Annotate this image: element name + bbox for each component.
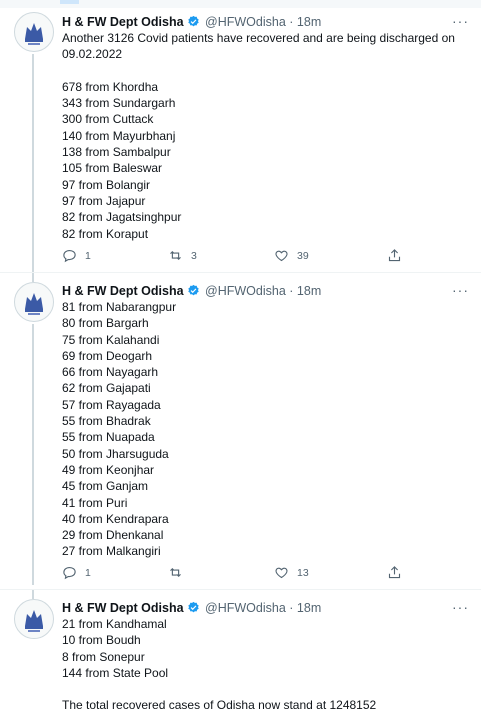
tweet-text-line: 50 from Jharsuguda	[62, 446, 169, 461]
separator-dot: ·	[289, 284, 294, 298]
tweet-text-line: 41 from Puri	[62, 495, 128, 510]
thread-line	[32, 324, 34, 585]
odisha-emblem-icon	[16, 284, 52, 320]
author-name[interactable]: H & FW Dept Odisha	[62, 601, 184, 615]
author-handle[interactable]: @HFWOdisha	[205, 15, 286, 29]
tweet-text-line: 97 from Bolangir	[62, 177, 151, 192]
author-name[interactable]: H & FW Dept Odisha	[62, 15, 184, 29]
tweet-text-line: 66 from Nayagarh	[62, 365, 159, 380]
thread-line	[32, 54, 34, 272]
thread-line-top	[32, 590, 34, 599]
tweet-text-line: 49 from Keonjhar	[62, 462, 155, 477]
tweet-text-line: 678 from Khordha	[62, 79, 159, 94]
tweet-text-line: 343 from Sundargarh	[62, 96, 176, 111]
share-button[interactable]	[387, 248, 402, 263]
more-options-icon[interactable]: ···	[452, 283, 469, 297]
share-icon	[388, 249, 401, 262]
author-handle[interactable]: @HFWOdisha	[205, 601, 286, 615]
tweet-text-line: 105 from Baleswar	[62, 161, 163, 176]
retweet-count: 3	[191, 249, 197, 262]
tweet-text-line: 144 from State Pool	[62, 665, 169, 680]
retweet-button[interactable]	[168, 565, 191, 580]
retweet-icon	[170, 250, 181, 261]
tweet-text-line: 97 from Jajapur	[62, 193, 146, 208]
avatar[interactable]	[14, 282, 54, 322]
tweet-text-line: Another 3126 Covid patients have recover…	[62, 31, 455, 45]
more-options-icon[interactable]: ···	[452, 600, 469, 614]
reply-icon	[63, 566, 76, 580]
tweet-text-line: 40 from Kendrapara	[62, 511, 169, 526]
tweet-text-line: The total recovered cases of Odisha now …	[62, 698, 377, 713]
tweet-actions: 1 13	[62, 565, 412, 583]
avatar[interactable]	[14, 599, 54, 639]
tweet-text-line: 55 from Nuapada	[62, 430, 155, 445]
tweet-text-line: 69 from Deogarh	[62, 348, 153, 363]
tweet-text-line: 300 from Cuttack	[62, 112, 154, 127]
separator-dot: ·	[289, 15, 294, 29]
author-handle[interactable]: @HFWOdisha	[205, 284, 286, 298]
like-button[interactable]: 13	[274, 565, 309, 580]
tweet-text-line: 140 from Mayurbhanj	[62, 128, 176, 143]
timestamp[interactable]: 18m	[297, 284, 321, 298]
like-icon	[275, 567, 288, 579]
tweet-text-line: 10 from Boudh	[62, 633, 141, 648]
separator-dot: ·	[289, 601, 294, 615]
tweet-text-line: 09.02.2022	[62, 47, 123, 62]
timestamp[interactable]: 18m	[297, 15, 321, 29]
tweet-actions: 1 3 39	[62, 248, 412, 266]
tweet-text-line: 82 from Jagatsinghpur	[62, 210, 182, 225]
like-button[interactable]: 39	[274, 248, 309, 263]
tweet-text-line: 82 from Koraput	[62, 226, 149, 241]
tweet-text-line: 80 from Bargarh	[62, 316, 149, 331]
like-icon	[275, 250, 288, 262]
tweet-text-line: 45 from Ganjam	[62, 479, 149, 494]
tweet-2[interactable]: H & FW Dept Odisha @HFWOdisha · 18m ··· …	[0, 273, 481, 585]
tweet-text-line: 8 from Sonepur	[62, 649, 145, 664]
share-icon	[388, 566, 401, 579]
tweet-text-line: 138 from Sambalpur	[62, 145, 171, 160]
reply-count: 1	[85, 249, 91, 262]
tweet-text-line: 29 from Dhenkanal	[62, 528, 164, 543]
reply-count: 1	[85, 566, 91, 579]
author-name[interactable]: H & FW Dept Odisha	[62, 284, 184, 298]
tweet-text-line: 27 from Malkangiri	[62, 544, 161, 559]
reply-button[interactable]: 1	[62, 565, 91, 580]
share-button[interactable]	[387, 565, 402, 580]
timestamp[interactable]: 18m	[297, 601, 321, 615]
like-count: 13	[297, 566, 309, 579]
tweet-text: 81 from Nabarangpur 80 from Bargarh 75 f…	[62, 299, 462, 560]
more-options-icon[interactable]: ···	[452, 14, 469, 28]
retweet-icon	[170, 567, 181, 578]
like-count: 39	[297, 249, 309, 262]
tweet-3[interactable]: H & FW Dept Odisha @HFWOdisha · 18m ··· …	[0, 590, 481, 712]
thread-line-top	[32, 273, 34, 282]
tweet-text-line: 55 from Bhadrak	[62, 414, 151, 429]
tweet-1[interactable]: H & FW Dept Odisha @HFWOdisha · 18m ··· …	[0, 0, 481, 272]
odisha-emblem-icon	[16, 601, 52, 637]
reply-icon	[63, 249, 76, 263]
tweet-text-line: 57 from Rayagada	[62, 397, 161, 412]
tweet-text-line: 75 from Kalahandi	[62, 332, 160, 347]
reply-button[interactable]: 1	[62, 248, 91, 263]
tweet-text: Another 3126 Covid patients have recover…	[62, 30, 462, 242]
tweet-text-line: 21 from Kandhamal	[62, 617, 167, 631]
retweet-button[interactable]: 3	[168, 248, 197, 263]
odisha-emblem-icon	[16, 14, 52, 50]
tweet-text-line: 62 from Gajapati	[62, 381, 151, 396]
avatar[interactable]	[14, 12, 54, 52]
tweet-text-line: 81 from Nabarangpur	[62, 300, 177, 314]
tweet-text: 21 from Kandhamal 10 from Boudh 8 from S…	[62, 616, 462, 714]
